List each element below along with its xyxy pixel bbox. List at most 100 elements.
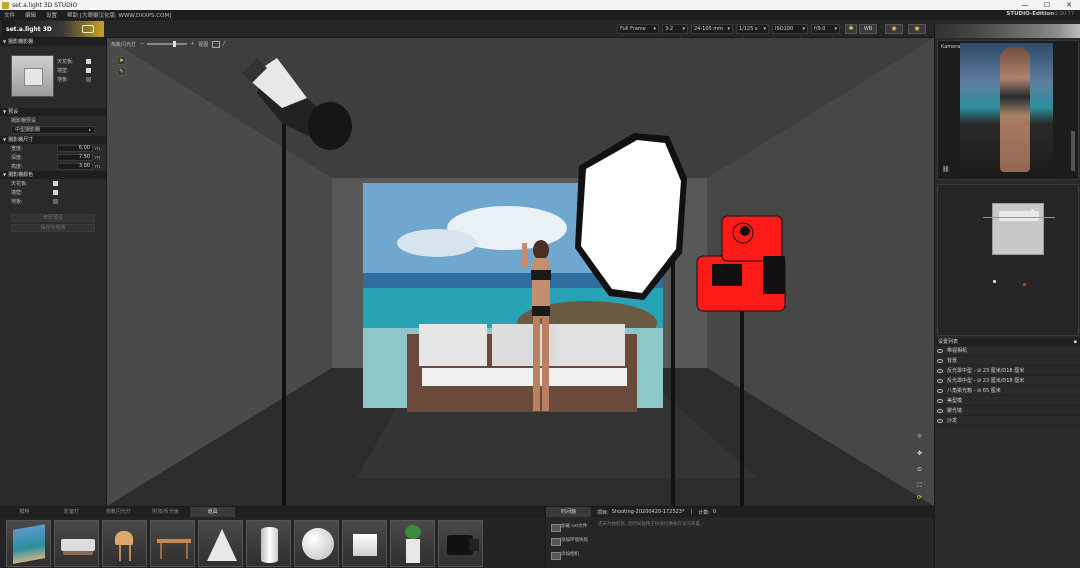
studio-viewport[interactable]: 热靴闪光灯 − + 视图 ╱ ➤ ✎ ☼ ✥ ⊙ ⛶ ⟳ <box>107 38 934 506</box>
camera-render-icon[interactable]: ◉ <box>908 24 926 34</box>
eye-icon[interactable] <box>937 348 943 353</box>
height-row: 高度: 3.00 m <box>11 163 100 170</box>
frame-select[interactable]: Full Frame <box>617 24 659 34</box>
camera-slider[interactable] <box>1071 131 1075 171</box>
link-icon[interactable]: ⛓ <box>942 166 950 173</box>
ceiling-color-swatch[interactable] <box>53 181 58 186</box>
list-item[interactable]: 聚光墙 <box>935 406 1080 416</box>
zoom-icon[interactable]: ⊙ <box>915 466 924 475</box>
camera-preview[interactable]: Kamera ⛓ <box>937 40 1079 180</box>
ceiling-checkbox[interactable] <box>86 59 91 64</box>
lens-select[interactable]: 24-105 mm <box>691 24 733 34</box>
top-view-light-marker-2[interactable] <box>1031 209 1034 212</box>
tab-timeline[interactable]: 时间轴 <box>546 507 591 517</box>
draw-icon[interactable]: ╱ <box>222 41 225 47</box>
zoom-in-icon[interactable]: + <box>190 41 194 47</box>
studio-section-header[interactable]: ▼ 摄影棚影棚 <box>0 38 106 46</box>
shutter-select[interactable]: 1/125 s <box>736 24 769 34</box>
aperture-select[interactable]: f/9.0 <box>811 24 840 34</box>
wb-button[interactable]: WB <box>859 24 877 34</box>
light-icon[interactable]: ☼ <box>915 433 924 442</box>
width-input[interactable]: 6.00 <box>57 145 93 152</box>
list-item[interactable]: 反光罩中型 - ⊘ 23 厘米/D18 厘米 <box>935 366 1080 376</box>
floor-color-swatch[interactable] <box>53 199 58 204</box>
thumb-floor-option[interactable]: 地板: <box>46 75 91 84</box>
camera-shot-icon[interactable]: ◉ <box>885 24 903 34</box>
menu-settings[interactable]: 设置 <box>46 11 57 19</box>
floor-checkbox[interactable] <box>86 77 91 82</box>
add-snapshot-button[interactable]: 添加环境快照 <box>549 537 594 546</box>
color-section-header[interactable]: ▼ 摄影棚颜色 <box>0 171 106 179</box>
sofa-prop[interactable] <box>54 520 99 567</box>
timeline-hint: 还未为拍照目, 此时间轴用于快速切换各灯光的布置。 <box>598 522 705 527</box>
preset-dropdown[interactable]: 中型摄影棚 <box>11 126 95 134</box>
thumb-wall-option[interactable]: 墙壁: <box>46 66 91 75</box>
sphere-prop[interactable] <box>294 520 339 567</box>
rotate-icon[interactable]: ⟳ <box>915 494 924 503</box>
sun-icon[interactable]: ✱ <box>845 24 857 34</box>
camera-prop[interactable] <box>438 520 483 567</box>
size-section-header[interactable]: ▼ 摄影棚尺寸 <box>0 136 106 144</box>
list-item[interactable]: 沙发 <box>935 416 1080 426</box>
cylinder-prop[interactable] <box>246 520 291 567</box>
background-prop[interactable] <box>6 520 51 567</box>
grid-icon[interactable] <box>212 40 221 48</box>
eye-icon[interactable] <box>937 418 943 423</box>
load-set-button[interactable]: 加载 set文件 <box>549 523 594 532</box>
tab-modifiers[interactable]: 附加/反光板 <box>143 507 188 517</box>
settings-list-header: 设置列表 ▪ <box>935 338 1080 346</box>
window-controls: — ☐ ✕ <box>1014 0 1080 10</box>
wall-checkbox[interactable] <box>86 68 91 73</box>
save-favorite-button[interactable]: 保存为常用 <box>11 224 95 232</box>
maximize-icon[interactable]: ☐ <box>1036 0 1058 10</box>
top-view-camera-marker[interactable] <box>1023 283 1026 286</box>
cube-prop[interactable] <box>342 520 387 567</box>
depth-input[interactable]: 7.50 <box>57 154 93 161</box>
list-item[interactable]: 带视相机 <box>935 346 1080 356</box>
eye-icon[interactable] <box>937 368 943 373</box>
pencil-icon[interactable]: ✎ <box>117 67 126 76</box>
list-item[interactable]: 反光罩中型 - ⊘ 23 厘米/D18 厘米 <box>935 376 1080 386</box>
zoom-slider[interactable] <box>147 41 188 47</box>
pan-icon[interactable]: ✥ <box>915 450 924 459</box>
select-cursor-icon[interactable]: ➤ <box>117 56 126 65</box>
list-item[interactable]: 背景 <box>935 356 1080 366</box>
count-value: 0 <box>712 509 717 515</box>
title-bar: set.a.light 3D STUDIO — ☐ ✕ <box>0 0 1080 10</box>
lock-icon[interactable]: ▪ <box>1074 338 1077 346</box>
eye-icon[interactable] <box>937 378 943 383</box>
cone-prop[interactable] <box>198 520 243 567</box>
eye-icon[interactable] <box>937 398 943 403</box>
list-item[interactable]: 美型模 <box>935 396 1080 406</box>
add-camera-button[interactable]: 添加相机 <box>549 551 594 560</box>
iso-select[interactable]: ISO100 <box>772 24 808 34</box>
project-label: 项目: <box>597 509 609 516</box>
eye-icon[interactable] <box>937 388 943 393</box>
eye-icon[interactable] <box>937 358 943 363</box>
modify-preset-button[interactable]: 修改预设 <box>11 214 95 222</box>
tab-studio-lights[interactable]: 影室灯 <box>49 507 94 517</box>
list-item[interactable]: 八角柔光箱 - ⊘ 65 厘米 <box>935 386 1080 396</box>
top-view[interactable] <box>937 184 1079 336</box>
top-view-light-marker[interactable] <box>993 280 996 283</box>
tab-speedlights[interactable]: 热靴闪光灯 <box>96 507 141 517</box>
menu-file[interactable]: 文件 <box>4 11 15 19</box>
minimize-icon[interactable]: — <box>1014 0 1036 10</box>
wall-color-swatch[interactable] <box>53 190 58 195</box>
menu-help[interactable]: 帮助 [大眼摄汉化版: WWW.DXXPS.COM] <box>67 11 171 19</box>
menu-edit[interactable]: 编辑 <box>25 11 36 19</box>
height-input[interactable]: 3.00 <box>57 163 93 170</box>
thumb-ceiling-option[interactable]: 天花板: <box>46 57 91 66</box>
app-window: set.a.light 3D STUDIO — ☐ ✕ 文件 编辑 设置 帮助 … <box>0 0 1080 568</box>
chair-prop[interactable] <box>102 520 147 567</box>
table-prop[interactable] <box>150 520 195 567</box>
eye-icon[interactable] <box>937 408 943 413</box>
zoom-out-icon[interactable]: − <box>140 41 144 47</box>
frame-icon[interactable]: ⛶ <box>915 482 924 491</box>
tab-models[interactable]: 模特 <box>2 507 47 517</box>
tab-props[interactable]: 道具 <box>190 507 235 517</box>
ratio-select[interactable]: 3:2 <box>662 24 688 34</box>
plant-prop[interactable] <box>390 520 435 567</box>
close-icon[interactable]: ✕ <box>1058 0 1080 10</box>
preset-section-header[interactable]: ▼ 预设 <box>0 108 106 116</box>
